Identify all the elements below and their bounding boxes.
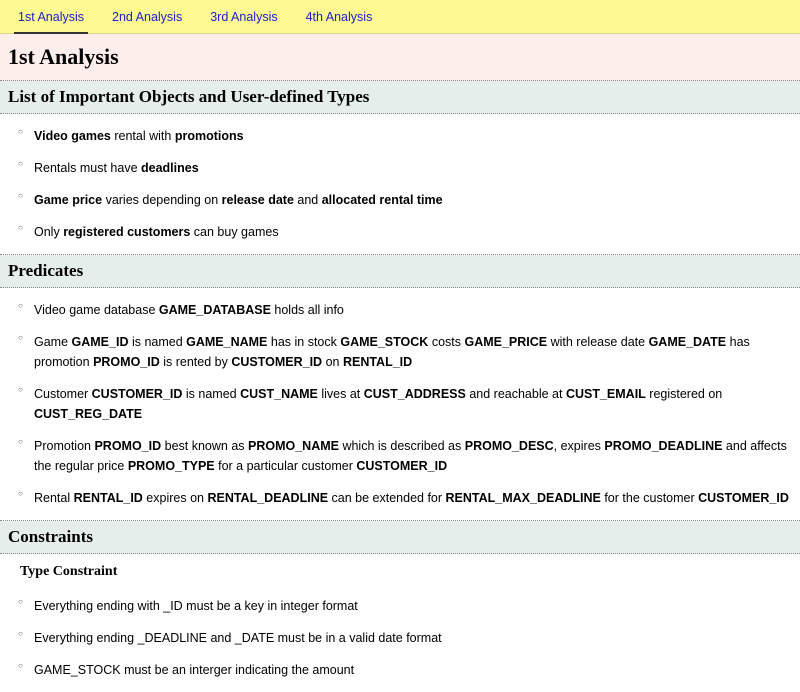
bold-term: PROMO_ID xyxy=(93,355,160,369)
list-item: Game GAME_ID is named GAME_NAME has in s… xyxy=(8,326,792,378)
list-item: Customer CUSTOMER_ID is named CUST_NAME … xyxy=(8,378,792,430)
text-run: for a particular customer xyxy=(215,459,357,473)
text-run: Video game database xyxy=(34,303,159,317)
text-run: GAME_STOCK must be an interger indicatin… xyxy=(34,663,354,677)
bold-term: RENTAL_MAX_DEADLINE xyxy=(446,491,601,505)
bold-term: CUSTOMER_ID xyxy=(698,491,789,505)
bold-term: CUST_EMAIL xyxy=(566,387,646,401)
list-item: Only registered customers can buy games xyxy=(8,216,792,248)
section-heading-objects: List of Important Objects and User-defin… xyxy=(0,81,800,114)
text-run: is rented by xyxy=(160,355,232,369)
bold-term: PROMO_TYPE xyxy=(128,459,215,473)
text-run: varies depending on xyxy=(102,193,222,207)
text-run: registered on xyxy=(646,387,722,401)
page-title: 1st Analysis xyxy=(0,34,800,81)
bold-term: PROMO_DESC xyxy=(465,439,554,453)
list-item: Video game database GAME_DATABASE holds … xyxy=(8,294,792,326)
bold-term: registered customers xyxy=(63,225,190,239)
text-run: expires on xyxy=(143,491,208,505)
list-item: Video games rental with promotions xyxy=(8,120,792,152)
bold-term: RENTAL_ID xyxy=(343,355,412,369)
bold-term: GAME_PRICE xyxy=(464,335,547,349)
section-heading-constraints: Constraints xyxy=(0,521,800,554)
bold-term: CUST_ADDRESS xyxy=(364,387,466,401)
text-run: has in stock xyxy=(267,335,340,349)
text-run: on xyxy=(322,355,343,369)
bold-term: deadlines xyxy=(141,161,199,175)
text-run: for the customer xyxy=(601,491,698,505)
section-heading-predicates: Predicates xyxy=(0,255,800,288)
bold-term: CUSTOMER_ID xyxy=(356,459,447,473)
list-item: Promotion PROMO_ID best known as PROMO_N… xyxy=(8,430,792,482)
text-run: Customer xyxy=(34,387,92,401)
text-run: can buy games xyxy=(190,225,278,239)
bold-term: GAME_DATABASE xyxy=(159,303,271,317)
bold-term: GAME_ID xyxy=(72,335,129,349)
bold-term: GAME_NAME xyxy=(186,335,267,349)
bold-term: release date xyxy=(222,193,294,207)
bold-term: CUST_REG_DATE xyxy=(34,407,142,421)
list-item: GAME_STOCK must be an interger indicatin… xyxy=(8,654,792,686)
tab-4th-analysis[interactable]: 4th Analysis xyxy=(302,6,377,33)
bold-term: allocated rental time xyxy=(322,193,443,207)
text-run: is named xyxy=(128,335,186,349)
bold-term: CUST_NAME xyxy=(240,387,318,401)
text-run: best known as xyxy=(161,439,248,453)
text-run: lives at xyxy=(318,387,364,401)
tab-3rd-analysis[interactable]: 3rd Analysis xyxy=(206,6,281,33)
text-run: Rentals must have xyxy=(34,161,141,175)
constraints-list: Everything ending with _ID must be a key… xyxy=(0,584,800,692)
list-item: Rental RENTAL_ID expires on RENTAL_DEADL… xyxy=(8,482,792,514)
sub-heading-type-constraint: Type Constraint xyxy=(0,554,800,584)
objects-list: Video games rental with promotions Renta… xyxy=(0,114,800,255)
text-run: and xyxy=(294,193,322,207)
bold-term: CUSTOMER_ID xyxy=(231,355,322,369)
tab-1st-analysis[interactable]: 1st Analysis xyxy=(14,6,88,34)
text-run: Everything ending with _ID must be a key… xyxy=(34,599,358,613)
text-run: Promotion xyxy=(34,439,94,453)
text-run: with release date xyxy=(547,335,648,349)
tab-2nd-analysis[interactable]: 2nd Analysis xyxy=(108,6,186,33)
bold-term: PROMO_ID xyxy=(94,439,161,453)
text-run: holds all info xyxy=(271,303,344,317)
predicates-list: Video game database GAME_DATABASE holds … xyxy=(0,288,800,521)
bold-term: RENTAL_ID xyxy=(74,491,143,505)
bold-term: GAME_DATE xyxy=(649,335,727,349)
tab-bar: 1st Analysis 2nd Analysis 3rd Analysis 4… xyxy=(0,0,800,34)
text-run: which is described as xyxy=(339,439,465,453)
bold-term: CUSTOMER_ID xyxy=(92,387,183,401)
list-item: Game price varies depending on release d… xyxy=(8,184,792,216)
text-run: Rental xyxy=(34,491,74,505)
bold-term: GAME_STOCK xyxy=(340,335,428,349)
bold-term: RENTAL_DEADLINE xyxy=(207,491,328,505)
text-run: rental with xyxy=(111,129,175,143)
list-item: Rentals must have deadlines xyxy=(8,152,792,184)
text-run: , expires xyxy=(554,439,605,453)
bold-term: Video games xyxy=(34,129,111,143)
bold-term: PROMO_DEADLINE xyxy=(604,439,722,453)
bold-term: promotions xyxy=(175,129,244,143)
text-run: costs xyxy=(428,335,464,349)
list-item: Everything ending _DEADLINE and _DATE mu… xyxy=(8,622,792,654)
text-run: and reachable at xyxy=(466,387,566,401)
bold-term: PROMO_NAME xyxy=(248,439,339,453)
text-run: Everything ending _DEADLINE and _DATE mu… xyxy=(34,631,442,645)
text-run: Game xyxy=(34,335,72,349)
text-run: is named xyxy=(182,387,240,401)
list-item: Everything ending with _ID must be a key… xyxy=(8,590,792,622)
text-run: Only xyxy=(34,225,63,239)
text-run: can be extended for xyxy=(328,491,445,505)
bold-term: Game price xyxy=(34,193,102,207)
